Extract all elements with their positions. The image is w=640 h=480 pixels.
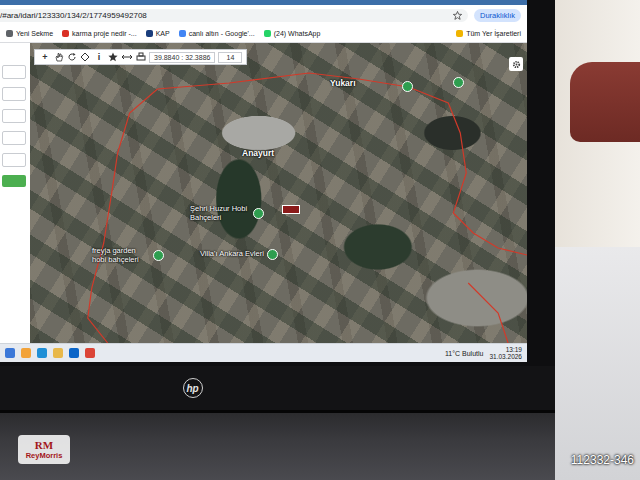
clock[interactable]: 13:1931.03.2026 <box>489 346 522 360</box>
bookmark[interactable]: (24) WhatsApp <box>264 30 321 37</box>
url-text: /#ara/idari/123330/134/2/1774959492708 <box>0 11 449 20</box>
filter-input[interactable] <box>2 153 26 167</box>
screen-bezel: /#ara/idari/123330/134/2/1774959492708 Du… <box>0 0 555 366</box>
favicon-icon <box>264 30 271 37</box>
folder-icon[interactable] <box>53 348 63 358</box>
favicon-icon <box>146 30 153 37</box>
map-place[interactable]: Anayurt <box>242 149 274 159</box>
profile-button[interactable]: Duraklıklık <box>474 9 521 22</box>
start-icon[interactable] <box>5 348 15 358</box>
coordinates-field[interactable]: 39.8840 : 32.3886 <box>149 52 215 63</box>
map-place[interactable]: Villa'ı Ankara Evleri <box>200 249 296 260</box>
all-bookmarks[interactable]: Tüm Yer İşaretleri <box>456 30 521 37</box>
bookmark[interactable]: Yeni Sekme <box>6 30 53 37</box>
filter-select[interactable] <box>2 65 26 79</box>
boundary-line <box>30 43 527 343</box>
watermark-logo: RMReyMorris <box>18 435 70 464</box>
bookmark[interactable]: karma proje nedir -... <box>62 30 137 37</box>
favicon-icon <box>179 30 186 37</box>
star-icon[interactable] <box>108 52 118 62</box>
diamond-icon[interactable] <box>80 52 90 62</box>
map-place[interactable]: Yukarı <box>330 79 356 89</box>
gear-icon <box>512 60 521 69</box>
bookmark-bar: Yeni Sekme karma proje nedir -... KAP canlı… <box>0 25 527 43</box>
weather[interactable]: 11°C Bulutlu <box>445 350 483 357</box>
favicon-icon <box>6 30 13 37</box>
copilot-icon[interactable] <box>21 348 31 358</box>
favicon-icon <box>62 30 69 37</box>
outlook-icon[interactable] <box>69 348 79 358</box>
refresh-icon[interactable] <box>67 52 77 62</box>
bookmark[interactable]: KAP <box>146 30 170 37</box>
hand-icon[interactable] <box>54 52 64 62</box>
pin-icon <box>153 250 164 261</box>
zoom-field[interactable]: 14 <box>218 52 242 63</box>
brand-logo: hp <box>183 378 203 398</box>
laptop: /#ara/idari/123330/134/2/1774959492708 Du… <box>0 0 555 480</box>
listing-id: 112332-346 <box>571 453 634 467</box>
pin-icon[interactable] <box>402 81 413 92</box>
filter-select[interactable] <box>2 109 26 123</box>
chair <box>570 62 640 142</box>
page: + i 39.8840 : 32.388614 Anayurt Şehri Huzur … <box>0 43 527 343</box>
map-toolbar: + i 39.8840 : 32.388614 <box>34 49 247 65</box>
edge-icon[interactable] <box>37 348 47 358</box>
star-icon[interactable] <box>453 11 462 20</box>
pin-icon <box>253 208 264 219</box>
pin-icon[interactable] <box>453 77 464 88</box>
photo-scene: /#ara/idari/123330/134/2/1774959492708 Du… <box>0 0 640 480</box>
print-icon[interactable] <box>136 52 146 62</box>
filter-input[interactable] <box>2 131 26 145</box>
satellite-map[interactable]: + i 39.8840 : 32.388614 Anayurt Şehri Huzur … <box>30 43 527 343</box>
browser-window: /#ara/idari/123330/134/2/1774959492708 Du… <box>0 0 527 362</box>
zoom-in-button[interactable]: + <box>39 51 51 63</box>
wall <box>555 0 640 247</box>
search-button[interactable] <box>2 175 26 187</box>
url-field[interactable]: /#ara/idari/123330/134/2/1774959492708 <box>0 9 468 22</box>
filter-panel <box>0 43 30 343</box>
taskbar: 11°C Bulutlu 13:1931.03.2026 <box>0 343 527 362</box>
chrome-icon[interactable] <box>85 348 95 358</box>
info-button[interactable]: i <box>93 51 105 63</box>
map-place[interactable]: freyja garden hobi bahçeleri <box>92 247 164 264</box>
bottom-bezel: hp <box>0 366 555 410</box>
measure-icon[interactable] <box>121 52 133 62</box>
room <box>555 0 640 480</box>
parcel-marker[interactable] <box>282 205 300 214</box>
folder-icon <box>456 30 463 37</box>
table <box>555 247 640 480</box>
bookmark[interactable]: canlı altın - Google'... <box>179 30 255 37</box>
pin-icon <box>267 249 278 260</box>
address-row: /#ara/idari/123330/134/2/1774959492708 Du… <box>0 5 527 25</box>
keyboard-deck <box>0 410 555 480</box>
map-place[interactable]: Şehri Huzur Hobi Bahçeleri <box>190 205 264 222</box>
settings-button[interactable] <box>509 57 523 71</box>
filter-select[interactable] <box>2 87 26 101</box>
